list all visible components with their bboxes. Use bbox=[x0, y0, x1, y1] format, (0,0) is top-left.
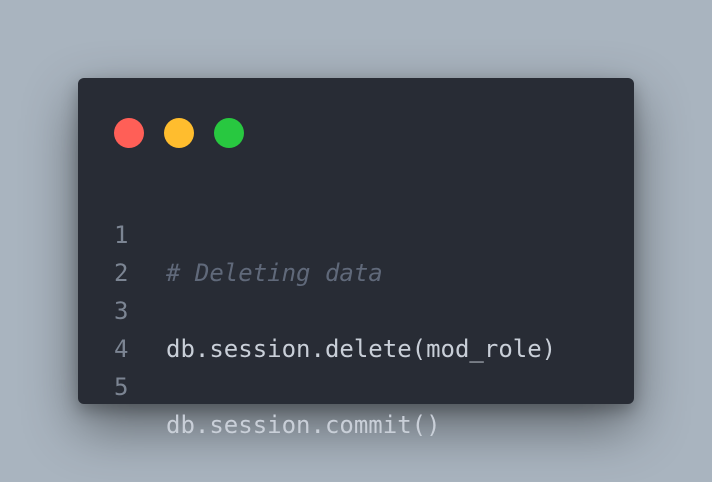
minimize-dot-icon[interactable] bbox=[164, 118, 194, 148]
code-line: 3 db.session.delete(mod_role) bbox=[78, 254, 634, 363]
line-number: 5 bbox=[114, 373, 129, 401]
maximize-dot-icon[interactable] bbox=[214, 118, 244, 148]
code-line: 5 db.session.commit() bbox=[78, 330, 634, 439]
code-line: 4 bbox=[78, 292, 634, 363]
code-block: 1 # Deleting data 2 3 db.session.delete(… bbox=[78, 178, 634, 439]
code-line: 1 # Deleting data bbox=[78, 178, 634, 287]
code-line: 2 bbox=[78, 216, 634, 287]
code-window: 1 # Deleting data 2 3 db.session.delete(… bbox=[78, 78, 634, 439]
close-dot-icon[interactable] bbox=[114, 118, 144, 148]
code-text: db.session.commit() bbox=[166, 411, 441, 439]
